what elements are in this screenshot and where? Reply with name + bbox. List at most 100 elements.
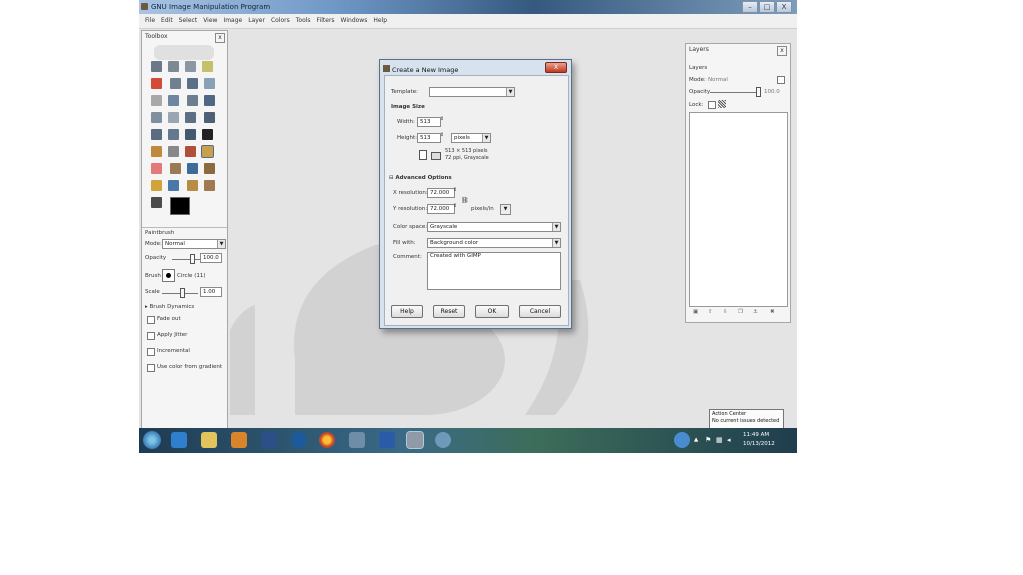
clock-time[interactable]: 11:49 AM — [743, 432, 769, 438]
hp-icon[interactable] — [291, 432, 307, 448]
color-picker-tool-icon[interactable] — [151, 95, 162, 106]
comment-textarea[interactable]: Created with GIMP — [427, 252, 561, 290]
layers-opacity-slider[interactable] — [710, 92, 758, 93]
layers-opacity-handle[interactable] — [756, 87, 761, 97]
minimize-button[interactable]: – — [742, 1, 758, 13]
width-spinner-icon[interactable]: ⇕ — [440, 116, 444, 122]
layers-mode-value[interactable]: Normal — [708, 77, 728, 83]
y-resolution-spinner-icon[interactable]: ⇕ — [453, 203, 457, 209]
maximize-button[interactable]: □ — [759, 1, 775, 13]
help-circle-icon[interactable] — [674, 432, 690, 448]
zoom-tool-icon[interactable] — [168, 95, 179, 106]
heal-tool-icon[interactable] — [151, 180, 162, 191]
lower-layer-icon[interactable]: ⇩ — [723, 309, 728, 315]
rotate-tool-icon[interactable] — [185, 112, 196, 123]
airbrush-tool-icon[interactable] — [169, 163, 181, 174]
file-explorer-icon[interactable] — [201, 432, 217, 448]
apply-jitter-checkbox[interactable] — [147, 332, 155, 340]
perspective-clone-tool-icon[interactable] — [168, 180, 179, 191]
start-button-icon[interactable] — [143, 431, 161, 449]
lock-alpha-icon[interactable] — [718, 100, 726, 108]
free-select-tool-icon[interactable] — [185, 61, 196, 72]
menu-tools[interactable]: Tools — [293, 14, 314, 28]
people-app-icon[interactable] — [349, 432, 365, 448]
menu-select[interactable]: Select — [176, 14, 201, 28]
menu-edit[interactable]: Edit — [158, 14, 176, 28]
close-window-button[interactable]: X — [776, 1, 792, 13]
measure-tool-icon[interactable] — [186, 95, 198, 106]
text-tool-icon[interactable] — [202, 129, 213, 140]
flip-tool-icon[interactable] — [185, 129, 196, 140]
menu-filters[interactable]: Filters — [314, 14, 338, 28]
advanced-options-expander[interactable]: ⊟ Advanced Options — [389, 175, 452, 181]
word-icon[interactable] — [379, 432, 395, 448]
brush-dynamics-expander[interactable]: ▸ Brush Dynamics — [145, 304, 194, 310]
mail-icon[interactable] — [261, 432, 277, 448]
fade-out-checkbox[interactable] — [147, 316, 155, 324]
media-player-icon[interactable] — [231, 432, 247, 448]
layers-opacity-value[interactable]: 100.0 — [764, 89, 780, 95]
color-select-tool-icon[interactable] — [151, 78, 162, 89]
x-resolution-field[interactable]: 72.000 — [427, 188, 455, 198]
delete-layer-icon[interactable]: ✖ — [770, 309, 775, 315]
dialog-close-button[interactable]: X — [545, 62, 567, 73]
menu-colors[interactable]: Colors — [268, 14, 293, 28]
internet-explorer-icon[interactable] — [171, 432, 187, 448]
fill-with-dropdown[interactable]: Background color ▼ — [427, 238, 561, 248]
paths-tool-icon[interactable] — [203, 78, 215, 89]
scale-tool-icon[interactable] — [203, 112, 215, 123]
clone-tool-icon[interactable] — [203, 163, 215, 174]
toolbox-close-button[interactable]: x — [215, 33, 225, 43]
ink-tool-icon[interactable] — [186, 163, 198, 174]
reset-button[interactable]: Reset — [433, 305, 465, 318]
layers-close-button[interactable]: x — [777, 46, 787, 56]
menu-help[interactable]: Help — [370, 14, 390, 28]
shear-tool-icon[interactable] — [151, 129, 162, 140]
menu-file[interactable]: File — [142, 14, 158, 28]
rect-select-tool-icon[interactable] — [151, 61, 162, 72]
anchor-layer-icon[interactable]: ⚓ — [753, 309, 758, 315]
tray-flag-icon[interactable]: ⚑ — [705, 436, 711, 444]
incremental-checkbox[interactable] — [147, 348, 155, 356]
layers-tab[interactable]: Layers — [689, 65, 707, 71]
menu-layer[interactable]: Layer — [245, 14, 268, 28]
new-layer-icon[interactable]: ▣ — [693, 309, 698, 315]
scale-field[interactable]: 1.00 — [200, 287, 222, 297]
layers-mode-arrow-icon[interactable] — [777, 76, 785, 84]
eraser-tool-icon[interactable] — [151, 163, 162, 174]
dodge-burn-tool-icon[interactable] — [151, 197, 162, 208]
foreground-color-swatch[interactable] — [170, 197, 190, 215]
tray-network-icon[interactable]: ▦ — [716, 436, 723, 444]
landscape-icon[interactable] — [431, 152, 441, 160]
portrait-icon[interactable] — [419, 150, 427, 160]
mode-dropdown[interactable]: Normal ▼ — [162, 239, 226, 249]
duplicate-layer-icon[interactable]: ❐ — [738, 309, 743, 315]
raise-layer-icon[interactable]: ⇧ — [708, 309, 713, 315]
lock-pixels-checkbox[interactable] — [708, 101, 716, 109]
menu-windows[interactable]: Windows — [338, 14, 371, 28]
tray-expand-icon[interactable]: ▲ — [694, 437, 698, 443]
paintbrush-tool-icon[interactable] — [201, 145, 214, 158]
ok-button[interactable]: OK — [475, 305, 509, 318]
template-dropdown[interactable]: ▼ — [429, 87, 515, 97]
scissors-tool-icon[interactable] — [169, 78, 181, 89]
foreground-select-tool-icon[interactable] — [186, 78, 198, 89]
blur-tool-icon[interactable] — [186, 180, 198, 191]
brush-preview[interactable] — [162, 269, 175, 282]
scale-slider-handle[interactable] — [180, 288, 185, 298]
menu-view[interactable]: View — [200, 14, 220, 28]
paint-icon[interactable] — [435, 432, 451, 448]
cancel-button[interactable]: Cancel — [519, 305, 561, 318]
move-tool-icon[interactable] — [203, 95, 215, 106]
ellipse-select-tool-icon[interactable] — [168, 61, 179, 72]
x-resolution-spinner-icon[interactable]: ⇕ — [453, 187, 457, 193]
bucket-fill-tool-icon[interactable] — [151, 146, 162, 157]
height-field[interactable]: 513 — [417, 133, 441, 143]
resolution-chain-icon[interactable]: ⛓ — [461, 197, 469, 204]
smudge-tool-icon[interactable] — [203, 180, 215, 191]
perspective-tool-icon[interactable] — [168, 129, 179, 140]
tray-volume-icon[interactable]: ◂ — [727, 436, 731, 444]
gimp-taskbar-icon[interactable] — [406, 431, 424, 449]
width-field[interactable]: 513 — [417, 117, 441, 127]
menu-image[interactable]: Image — [220, 14, 245, 28]
